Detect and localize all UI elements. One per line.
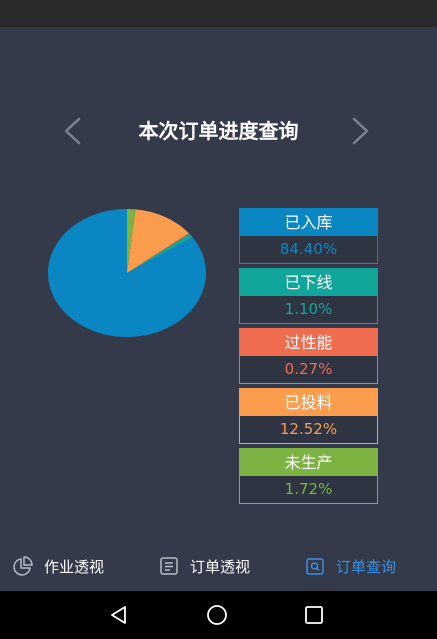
search-icon: [304, 555, 326, 577]
tab-work-perspective[interactable]: 作业透视: [12, 541, 104, 591]
recents-button[interactable]: [290, 591, 338, 639]
prev-arrow-button[interactable]: [52, 107, 92, 155]
back-button[interactable]: [95, 591, 143, 639]
tab-label: 作业透视: [44, 557, 105, 576]
pie-chart[interactable]: [47, 207, 207, 339]
legend-item-weishengchan[interactable]: 未生产 1.72%: [239, 448, 378, 504]
legend-item-ruku[interactable]: 已入库 84.40%: [239, 208, 378, 264]
tab-order-perspective[interactable]: 订单透视: [158, 541, 250, 591]
legend-label: 已下线: [240, 269, 377, 296]
document-icon: [158, 555, 180, 577]
legend-item-guoxingneng[interactable]: 过性能 0.27%: [239, 328, 378, 384]
tab-label: 订单查询: [336, 557, 397, 576]
legend-item-xiaxian[interactable]: 已下线 1.10%: [239, 268, 378, 324]
legend-value: 1.10%: [240, 296, 377, 322]
legend-label: 已入库: [240, 209, 377, 236]
chevron-right-icon: [352, 117, 369, 145]
legend-label: 未生产: [240, 449, 377, 476]
back-icon: [111, 606, 126, 624]
header: 本次订单进度查询: [0, 107, 437, 155]
system-nav-bar: [0, 591, 437, 639]
recents-icon: [305, 606, 323, 624]
legend-value: 1.72%: [240, 476, 377, 502]
legend-value: 84.40%: [240, 236, 377, 262]
status-bar: [0, 0, 437, 27]
bottom-tab-bar: 作业透视 订单透视 订单查询: [0, 541, 437, 591]
legend-value: 12.52%: [240, 416, 377, 442]
home-button[interactable]: [193, 591, 241, 639]
legend-label: 已投料: [240, 389, 377, 416]
legend-label: 过性能: [240, 329, 377, 356]
chevron-left-icon: [64, 117, 81, 145]
legend-item-touliao[interactable]: 已投料 12.52%: [239, 388, 378, 444]
next-arrow-button[interactable]: [341, 107, 381, 155]
pie-chart-icon: [12, 555, 34, 577]
tab-label: 订单透视: [190, 557, 251, 576]
tab-order-query[interactable]: 订单查询: [304, 541, 396, 591]
page-title: 本次订单进度查询: [138, 119, 299, 143]
legend-value: 0.27%: [240, 356, 377, 382]
home-icon: [207, 605, 227, 625]
